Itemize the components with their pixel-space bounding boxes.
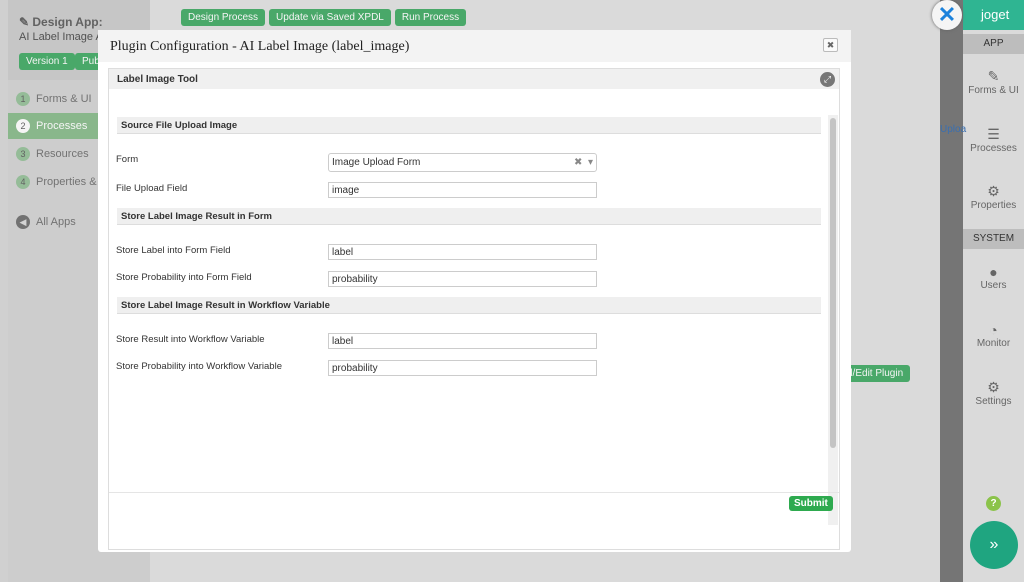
file-upload-field-input[interactable]: image	[328, 182, 597, 198]
scrollbar-track[interactable]	[828, 115, 838, 525]
field-label: File Upload Field	[116, 183, 188, 194]
rail-label: Monitor	[976, 338, 1011, 349]
rail-label: Users	[980, 280, 1007, 291]
dashboard-icon: ◔	[989, 322, 998, 338]
select-value: Image Upload Form	[332, 157, 421, 168]
probability-form-field-input[interactable]: probability	[328, 271, 597, 287]
footer-divider	[109, 492, 839, 493]
rail-properties[interactable]: ⚙ Properties	[963, 183, 1024, 211]
system-section-header: SYSTEM	[963, 229, 1024, 249]
panel-title: Label Image Tool	[109, 69, 839, 89]
field-label: Store Probability into Workflow Variable	[116, 361, 282, 372]
field-label: Form	[116, 154, 139, 165]
rail-users[interactable]: ● Users	[963, 264, 1024, 291]
upload-link[interactable]: Uploa	[940, 124, 966, 135]
config-panel: Label Image Tool ⤢ Source File Upload Im…	[108, 68, 840, 550]
rail-processes[interactable]: ☰ Processes	[963, 126, 1024, 154]
section-form-result: Store Label Image Result in Form	[117, 208, 821, 225]
plugin-config-modal: Plugin Configuration - AI Label Image (l…	[98, 30, 851, 552]
help-icon[interactable]: ?	[986, 496, 1001, 511]
result-workflow-variable-input[interactable]: label	[328, 333, 597, 349]
gear-icon: ⚙	[987, 183, 1000, 199]
rail-label: Settings	[975, 396, 1012, 407]
section-source: Source File Upload Image	[117, 117, 821, 134]
section-workflow-result: Store Label Image Result in Workflow Var…	[117, 297, 821, 314]
gears-icon: ⚙	[987, 379, 1000, 395]
rail-monitor[interactable]: ◔ Monitor	[963, 322, 1024, 349]
logo-text: joget	[981, 7, 1010, 22]
rail-label: Processes	[970, 143, 1017, 154]
fullscreen-icon[interactable]: ⤢	[820, 72, 835, 87]
field-label: Store Result into Workflow Variable	[116, 334, 265, 345]
clear-and-dropdown-icon[interactable]: ✖ ▾	[574, 157, 593, 169]
submit-button[interactable]: Submit	[789, 496, 833, 511]
field-label: Store Label into Form Field	[116, 245, 231, 256]
app-section-header: APP	[963, 34, 1024, 54]
rail-settings[interactable]: ⚙ Settings	[963, 379, 1024, 407]
expand-button[interactable]: »	[970, 521, 1018, 569]
rail-label: Forms & UI	[968, 85, 1019, 96]
joget-logo[interactable]: joget	[963, 0, 1024, 30]
rail-label: Properties	[970, 200, 1017, 211]
form-select[interactable]: Image Upload Form ✖ ▾	[328, 153, 597, 172]
field-label: Store Probability into Form Field	[116, 272, 252, 283]
edit-icon: ✎	[987, 68, 1000, 84]
modal-close-button[interactable]: ✖	[823, 38, 838, 52]
user-icon: ●	[989, 264, 998, 280]
rail-forms[interactable]: ✎ Forms & UI	[963, 68, 1024, 96]
modal-title: Plugin Configuration - AI Label Image (l…	[98, 30, 851, 62]
scrollbar-thumb[interactable]	[830, 118, 836, 448]
list-icon: ☰	[987, 126, 1000, 142]
probability-workflow-variable-input[interactable]: probability	[328, 360, 597, 376]
label-form-field-input[interactable]: label	[328, 244, 597, 260]
